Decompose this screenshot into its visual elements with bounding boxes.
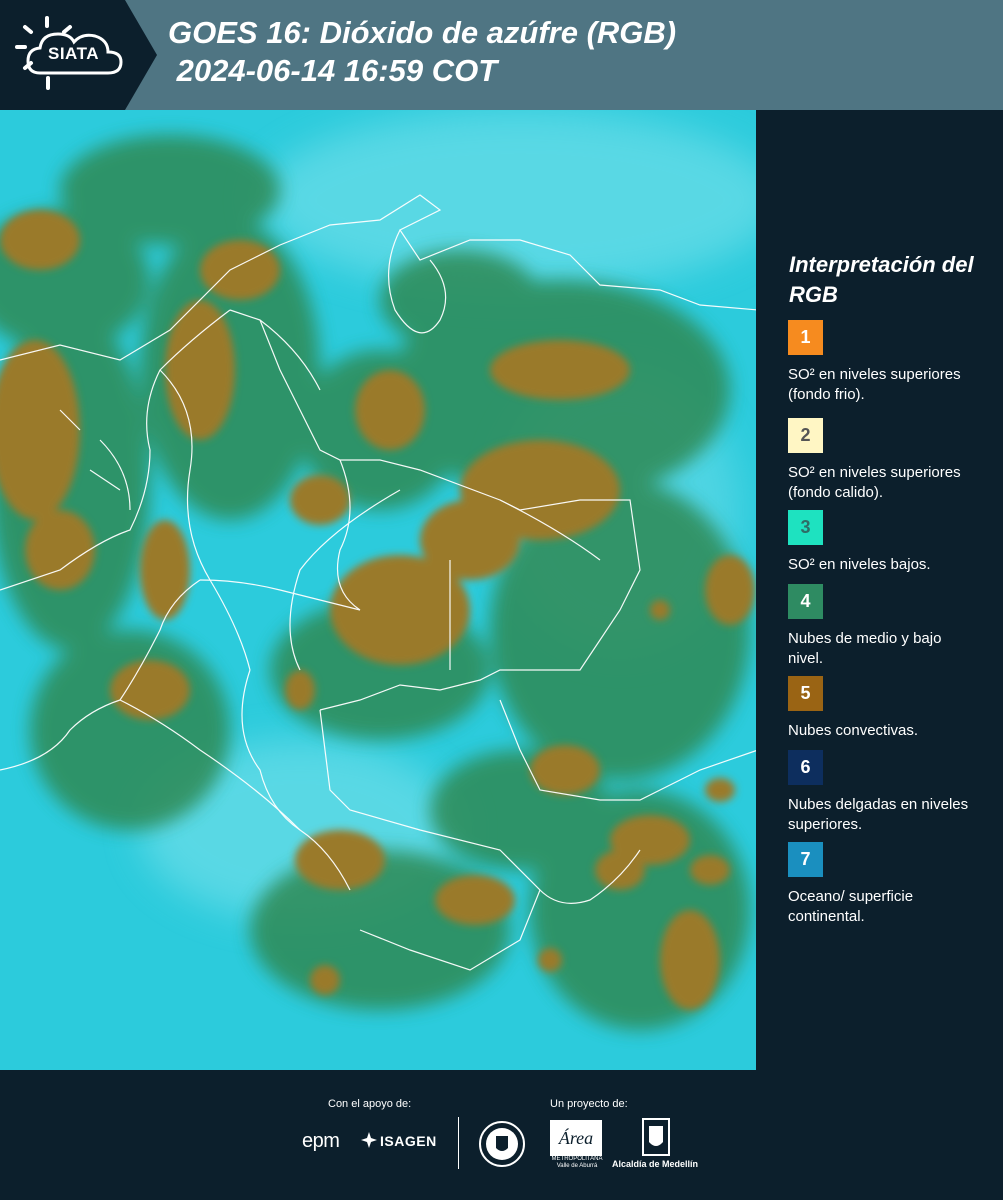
isagen-icon (361, 1132, 377, 1148)
support-label: Con el apoyo de: (328, 1098, 412, 1110)
alcaldia-text: Alcaldía de Medellín (612, 1159, 699, 1169)
legend-panel: Interpretación del RGB 1 SO² en niveles … (760, 110, 1003, 1070)
satellite-image (0, 110, 756, 1070)
area-metropolitana-logo: Área (550, 1120, 602, 1156)
legend-swatch-5: 5 (788, 676, 823, 711)
legend-swatch-1: 1 (788, 320, 823, 355)
legend-item-4: 4 Nubes de medio y bajo nivel. (788, 584, 978, 669)
isagen-logo: ISAGEN (380, 1133, 437, 1149)
header-bar: SIATA GOES 16: Dióxido de azúfre (RGB) 2… (0, 0, 1003, 110)
satellite-map (0, 110, 758, 1070)
legend-item-2: 2 SO² en niveles superiores (fondo calid… (788, 418, 978, 503)
legend-label-3: SO² en niveles bajos. (788, 556, 931, 573)
epm-logo: epm (302, 1130, 340, 1152)
legend-item-5: 5 Nubes convectivas. (788, 676, 978, 741)
footer: Con el apoyo de: Un proyecto de: epm ISA… (0, 1070, 1003, 1200)
legend-item-3: 3 SO² en niveles bajos. (788, 510, 978, 575)
legend-swatch-2: 2 (788, 418, 823, 453)
legend-label-7: Oceano/ superficie continental. (788, 888, 914, 925)
legend-swatch-7: 7 (788, 842, 823, 877)
legend-swatch-6: 6 (788, 750, 823, 785)
legend-label-4: Nubes de medio y bajo nivel. (788, 630, 942, 667)
legend-title: Interpretación del RGB (789, 252, 974, 307)
footer-divider (458, 1117, 459, 1169)
legend-swatch-4: 4 (788, 584, 823, 619)
legend-label-1: SO² en niveles superiores (fondo frio). (788, 366, 961, 403)
legend-label-2: SO² en niveles superiores (fondo calido)… (788, 464, 961, 501)
legend-item-7: 7 Oceano/ superficie continental. (788, 842, 978, 927)
area-metropolitana-text: METROPOLITANA Valle de Aburrá (551, 1156, 603, 1169)
logo-text: SIATA (48, 44, 99, 63)
legend-item-6: 6 Nubes delgadas en niveles superiores. (788, 750, 978, 835)
svg-text:Área: Área (558, 1127, 593, 1148)
alcaldia-shield-icon (642, 1118, 670, 1156)
page-title: GOES 16: Dióxido de azúfre (RGB) 2024-06… (168, 15, 677, 88)
project-label: Un proyecto de: (550, 1098, 628, 1110)
legend-item-1: 1 SO² en niveles superiores (fondo frio)… (788, 320, 978, 405)
legend-swatch-3: 3 (788, 510, 823, 545)
legend-label-6: Nubes delgadas en niveles superiores. (788, 796, 969, 833)
siata-logo: SIATA (0, 0, 157, 110)
legend-label-5: Nubes convectivas. (788, 722, 919, 739)
medellin-seal-icon (479, 1121, 525, 1167)
